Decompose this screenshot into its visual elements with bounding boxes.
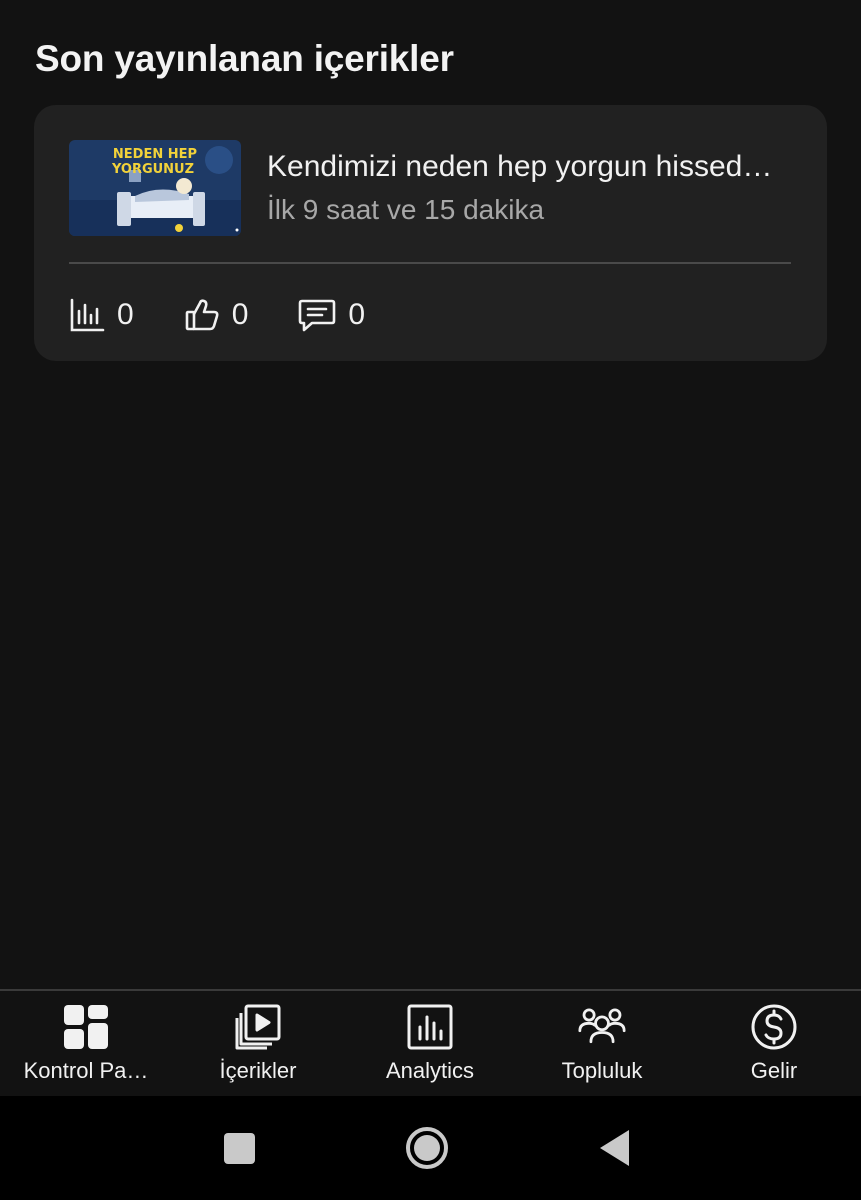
nav-item-dashboard[interactable]: Kontrol Pa… (0, 991, 172, 1098)
comment-icon (299, 299, 336, 332)
nav-label-revenue: Gelir (750, 1058, 798, 1083)
recent-content-card[interactable]: NEDEN HEP YORGUNUZ Kendimizi neden hep y… (34, 105, 827, 361)
comments-stat[interactable]: 0 (298, 297, 365, 333)
bar-chart-icon (70, 298, 105, 332)
divider (69, 262, 791, 264)
dashboard-icon (64, 1005, 108, 1049)
video-thumbnail[interactable]: NEDEN HEP YORGUNUZ (69, 140, 241, 236)
comments-count: 0 (348, 298, 366, 331)
views-stat[interactable]: 0 (69, 297, 134, 333)
recents-button[interactable] (215, 1124, 263, 1172)
content-library-icon (235, 1004, 281, 1050)
nav-label-dashboard: Kontrol Pa… (23, 1058, 149, 1083)
bottom-navigation: Kontrol Pa… İçerikler Analytics Topluluk… (0, 989, 861, 1098)
nav-item-content[interactable]: İçerikler (172, 991, 344, 1098)
likes-count: 0 (231, 298, 249, 331)
nav-label-analytics: Analytics (385, 1058, 475, 1083)
video-stats: 0 0 0 (69, 295, 415, 335)
likes-stat[interactable]: 0 (184, 297, 249, 333)
nav-item-revenue[interactable]: Gelir (688, 991, 860, 1098)
nav-label-content: İçerikler (219, 1058, 297, 1083)
video-title: Kendimizi neden hep yorgun hissed… (267, 150, 773, 183)
page-title: Son yayınlanan içerikler (35, 38, 454, 79)
thumbnail-line1: NEDEN HEP (113, 147, 197, 162)
views-count: 0 (117, 298, 134, 331)
home-button[interactable] (403, 1124, 451, 1172)
studio-screen: Son yayınlanan içerikler NEDEN HEP YORGU… (0, 0, 861, 1200)
nav-item-community[interactable]: Topluluk (516, 991, 688, 1098)
back-button[interactable] (591, 1124, 639, 1172)
analytics-icon (407, 1004, 453, 1050)
video-row[interactable]: NEDEN HEP YORGUNUZ Kendimizi neden hep y… (69, 140, 791, 236)
video-subtitle: İlk 9 saat ve 15 dakika (267, 194, 545, 225)
dollar-icon (751, 1004, 797, 1050)
nav-label-community: Topluluk (561, 1058, 643, 1083)
community-icon (578, 1008, 626, 1044)
system-navigation-bar (0, 1096, 861, 1200)
nav-item-analytics[interactable]: Analytics (344, 991, 516, 1098)
thumbs-up-icon (185, 299, 219, 331)
thumbnail-line2: YORGUNUZ (111, 162, 194, 177)
